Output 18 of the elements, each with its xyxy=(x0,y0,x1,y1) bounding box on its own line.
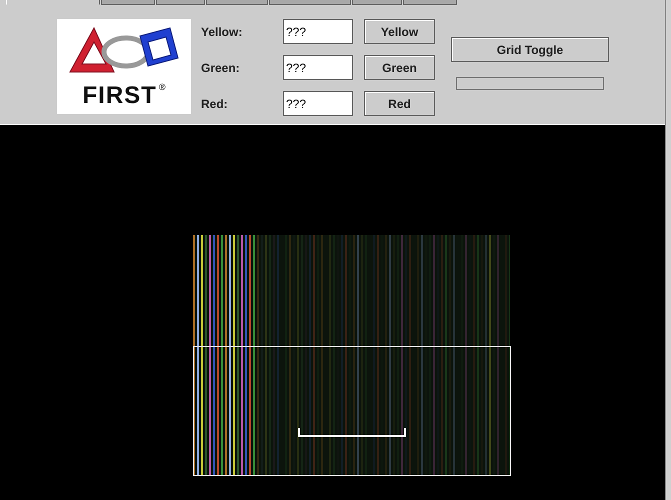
registered-mark: ® xyxy=(158,82,166,92)
color-label: Green: xyxy=(201,60,241,74)
tab[interactable] xyxy=(156,0,205,5)
grid-toggle-button[interactable]: Grid Toggle xyxy=(451,37,609,62)
tab[interactable] xyxy=(403,0,457,5)
color-label: Red: xyxy=(201,96,229,110)
color-button[interactable]: Yellow xyxy=(364,19,435,44)
value-field[interactable]: ??? xyxy=(283,55,353,80)
tab[interactable] xyxy=(206,0,268,5)
tab[interactable] xyxy=(269,0,351,5)
tab[interactable] xyxy=(352,0,402,5)
color-label: Yellow: xyxy=(201,24,244,38)
value-field[interactable]: ??? xyxy=(283,19,353,44)
tab[interactable] xyxy=(101,0,155,5)
value-field[interactable]: ??? xyxy=(283,91,353,116)
logo-wordmark: FIRST xyxy=(82,82,157,110)
color-button[interactable]: Red xyxy=(364,91,435,116)
color-button[interactable]: Green xyxy=(364,55,435,80)
